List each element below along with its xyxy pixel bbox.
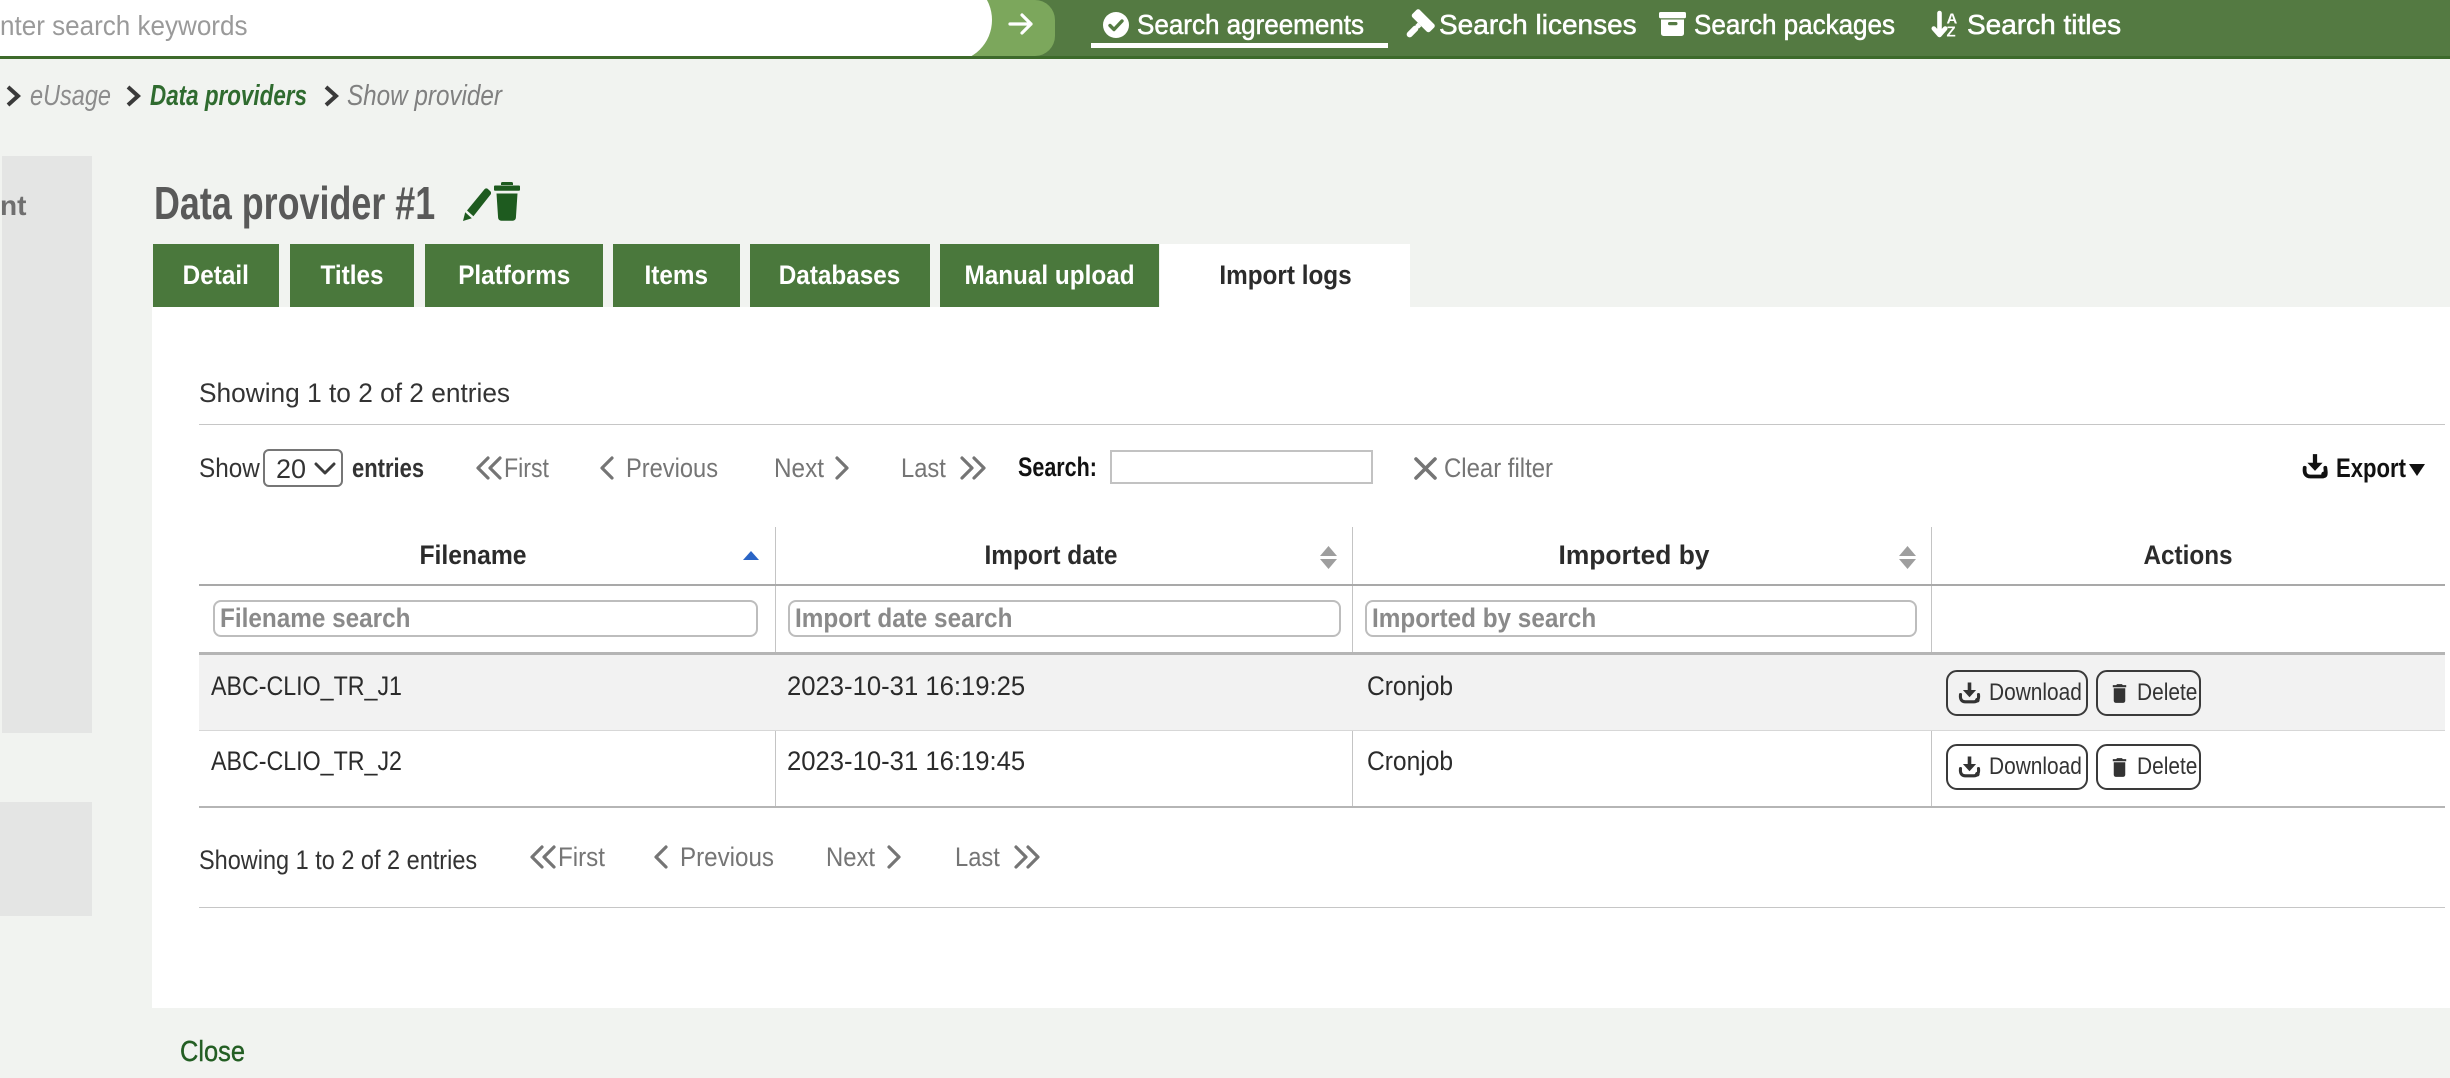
svg-text:Z: Z <box>1947 24 1956 41</box>
